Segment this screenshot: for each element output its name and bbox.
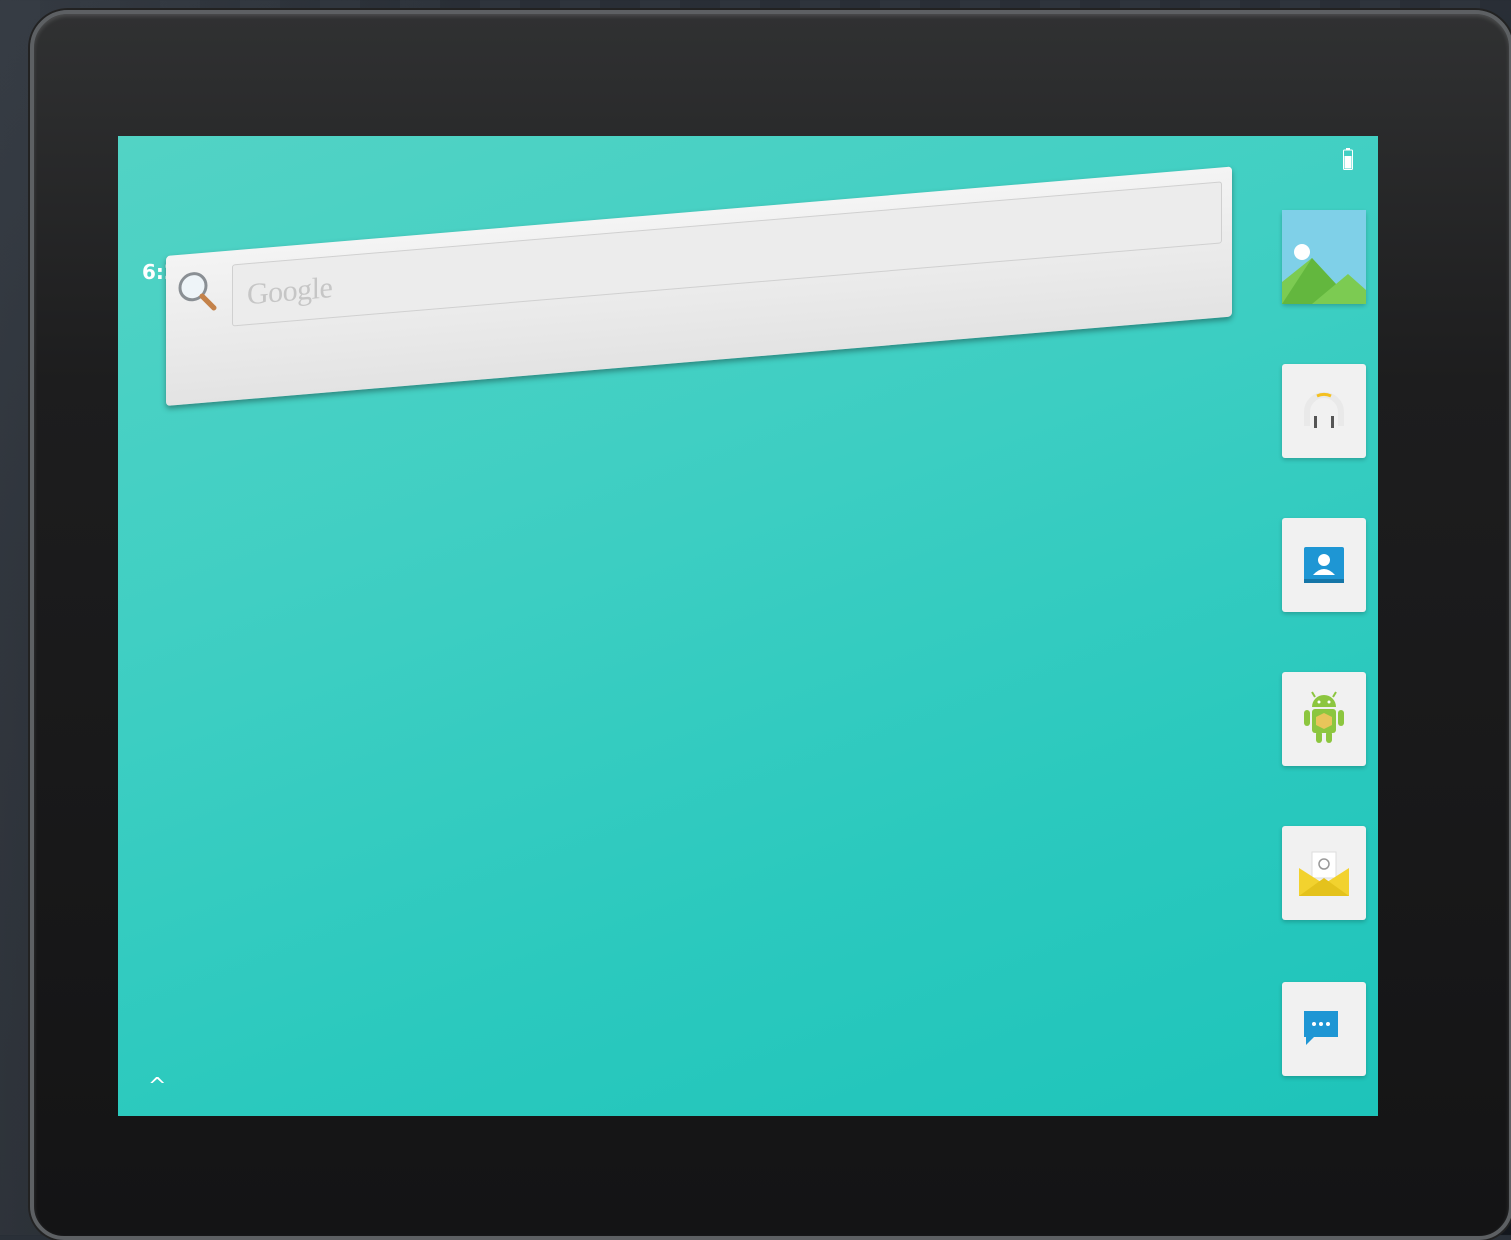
dock-item-gallery[interactable] bbox=[1282, 210, 1366, 304]
google-search-bar[interactable]: Google bbox=[166, 166, 1232, 406]
gallery-icon bbox=[1282, 210, 1366, 304]
email-icon bbox=[1299, 851, 1349, 896]
dock-item-messaging[interactable] bbox=[1282, 982, 1366, 1076]
app-dock bbox=[1282, 210, 1368, 1080]
search-input[interactable]: Google bbox=[232, 181, 1222, 327]
contacts-icon bbox=[1304, 547, 1344, 583]
magnifier-icon[interactable] bbox=[176, 267, 220, 315]
app-drawer-button[interactable]: ^ bbox=[148, 1074, 166, 1099]
headphones-icon bbox=[1304, 392, 1344, 428]
search-placeholder: Google bbox=[247, 271, 333, 312]
dock-item-android[interactable] bbox=[1282, 672, 1366, 766]
dock-item-headphones[interactable] bbox=[1282, 364, 1366, 458]
home-screen[interactable]: 6:24 P Google ^ bbox=[118, 136, 1378, 1116]
dock-item-contacts[interactable] bbox=[1282, 518, 1366, 612]
android-icon bbox=[1304, 691, 1344, 743]
battery-icon bbox=[1343, 148, 1353, 170]
messaging-icon bbox=[1304, 1011, 1338, 1045]
dock-item-email[interactable] bbox=[1282, 826, 1366, 920]
